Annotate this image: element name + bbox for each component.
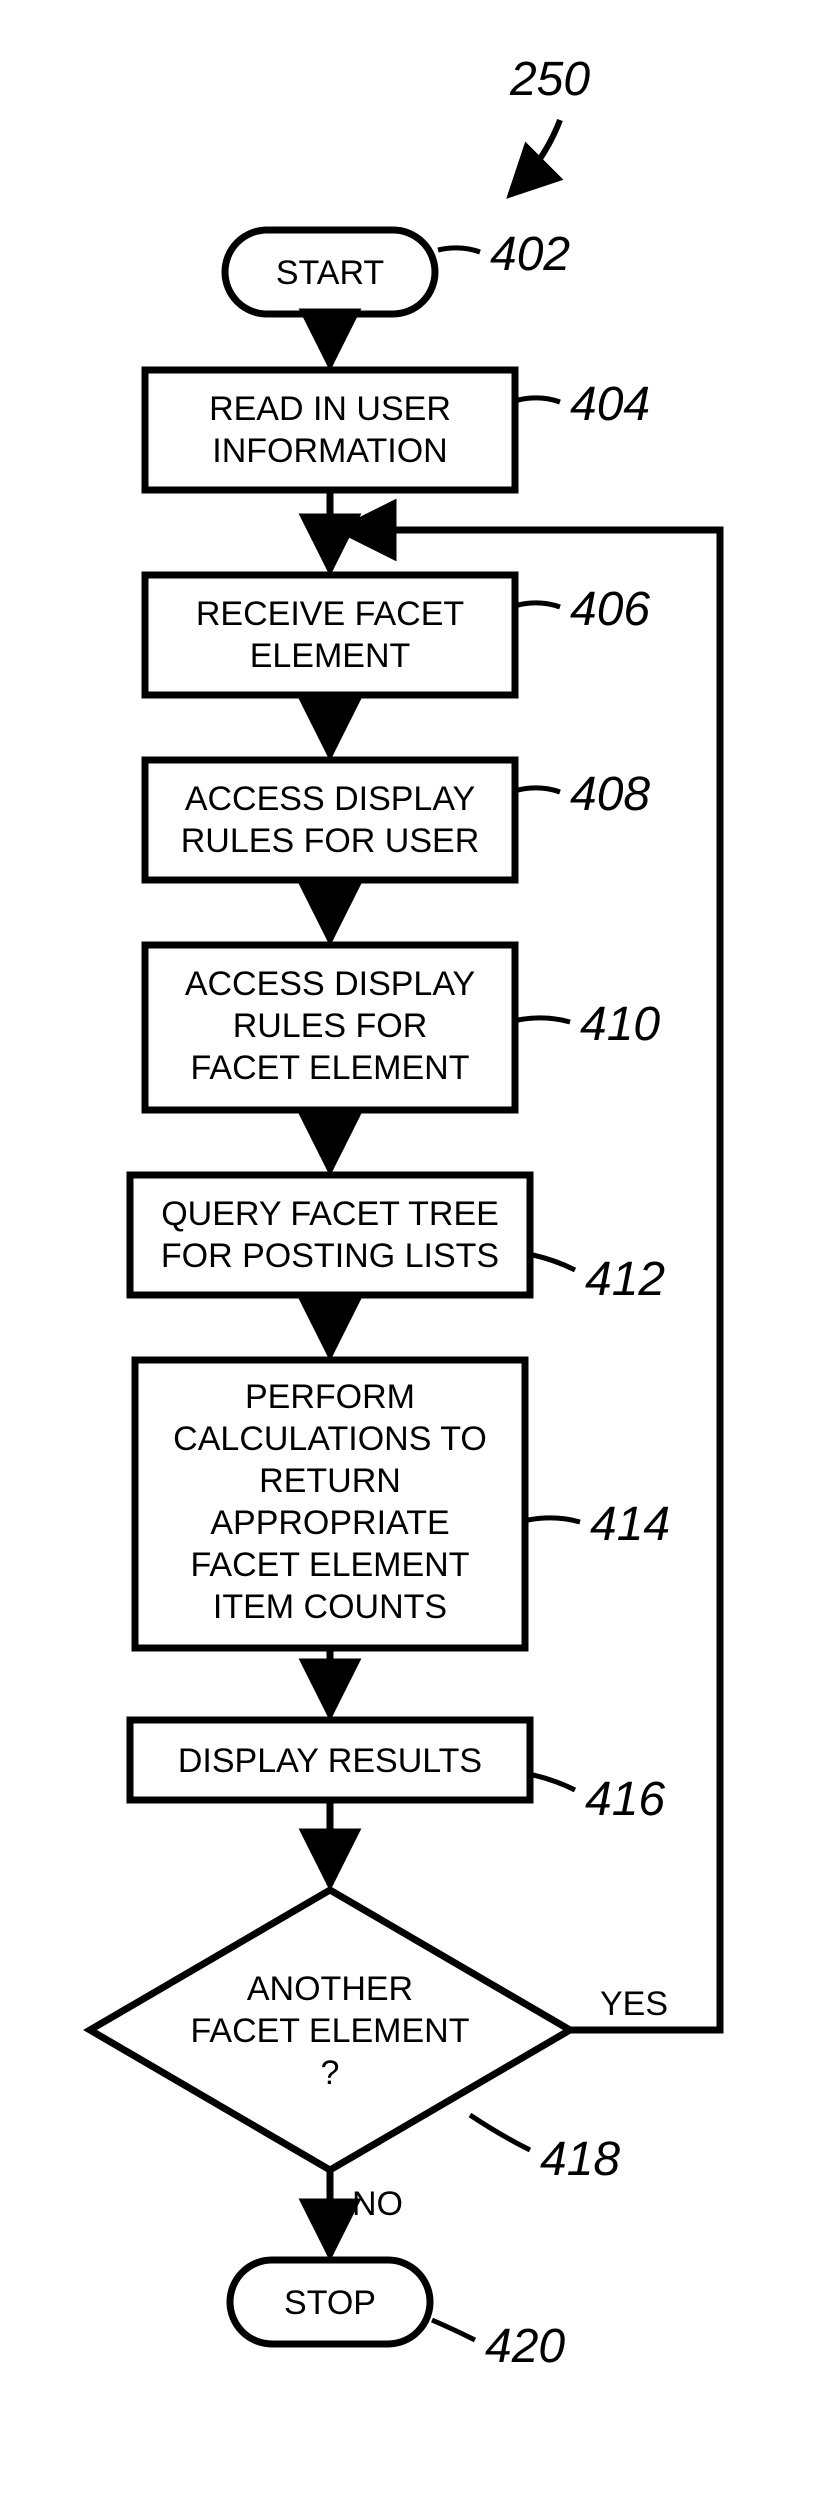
step-416: DISPLAY RESULTS — [130, 1720, 530, 1800]
t406b: ELEMENT — [250, 637, 411, 675]
t414f: ITEM COUNTS — [213, 1588, 447, 1626]
t410b: RULES FOR — [233, 1007, 428, 1045]
ref-tick-402 — [438, 248, 480, 252]
t412a: QUERY FACET TREE — [161, 1195, 499, 1233]
ref-tick-414 — [528, 1518, 580, 1522]
step-404: READ IN USER INFORMATION — [145, 370, 515, 490]
ref-402: 402 — [490, 228, 570, 281]
step-414: PERFORM CALCULATIONS TO RETURN APPROPRIA… — [135, 1360, 525, 1648]
step-408: ACCESS DISPLAY RULES FOR USER — [145, 760, 515, 880]
t406a: RECEIVE FACET — [196, 595, 464, 633]
t412b: FOR POSTING LISTS — [161, 1237, 499, 1275]
ref-410: 410 — [580, 998, 660, 1051]
t418a: ANOTHER — [247, 1970, 413, 2008]
ref-416: 416 — [585, 1773, 665, 1826]
start-label: START — [276, 254, 384, 292]
decision-418: ANOTHER FACET ELEMENT ? — [90, 1890, 570, 2170]
ref-412: 412 — [585, 1253, 665, 1306]
t414e: FACET ELEMENT — [191, 1546, 470, 1584]
t414c: RETURN — [259, 1462, 401, 1500]
t418c: ? — [321, 2054, 340, 2092]
ref-tick-412 — [533, 1255, 575, 1270]
no-label: NO — [352, 2185, 403, 2223]
t414a: PERFORM — [245, 1378, 415, 1416]
ref-tick-408 — [518, 788, 560, 792]
ref-406: 406 — [570, 583, 650, 636]
figure-ref: 250 — [509, 53, 590, 106]
t404a: READ IN USER — [209, 390, 451, 428]
t408b: RULES FOR USER — [181, 822, 480, 860]
ref-tick-406 — [518, 603, 560, 607]
t418b: FACET ELEMENT — [191, 2012, 470, 2050]
title-arrow — [510, 120, 560, 195]
ref-tick-420 — [432, 2320, 475, 2340]
ref-418: 418 — [540, 2133, 620, 2186]
ref-tick-410 — [518, 1018, 570, 1022]
ref-414: 414 — [590, 1498, 670, 1551]
ref-tick-418 — [470, 2115, 530, 2150]
t414b: CALCULATIONS TO — [173, 1420, 487, 1458]
step-406: RECEIVE FACET ELEMENT — [145, 575, 515, 695]
flowchart: 250 START 402 READ IN USER INFORMATION 4… — [0, 0, 831, 2496]
ref-420: 420 — [485, 2320, 565, 2373]
ref-tick-416 — [533, 1775, 575, 1790]
t410c: FACET ELEMENT — [191, 1049, 470, 1087]
ref-408: 408 — [570, 768, 650, 821]
yes-label: YES — [600, 1985, 668, 2023]
step-410: ACCESS DISPLAY RULES FOR FACET ELEMENT — [145, 945, 515, 1110]
start-terminator: START — [225, 230, 435, 314]
t414d: APPROPRIATE — [210, 1504, 449, 1542]
ref-tick-404 — [518, 398, 560, 402]
t410a: ACCESS DISPLAY — [185, 965, 475, 1003]
ref-404: 404 — [570, 378, 650, 431]
t404b: INFORMATION — [212, 432, 447, 470]
stop-label: STOP — [284, 2284, 376, 2322]
stop-terminator: STOP — [230, 2260, 430, 2344]
step-412: QUERY FACET TREE FOR POSTING LISTS — [130, 1175, 530, 1295]
t408a: ACCESS DISPLAY — [185, 780, 475, 818]
t416: DISPLAY RESULTS — [178, 1742, 482, 1780]
